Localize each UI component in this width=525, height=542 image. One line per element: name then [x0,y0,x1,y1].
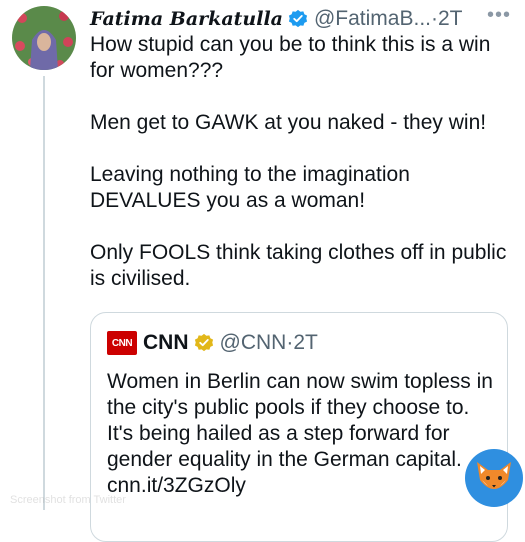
fox-logo-icon [464,448,524,508]
tweet-header: Fatima Barkatulla @FatimaB... · 2T [90,4,520,34]
verified-badge-icon [288,9,308,29]
cnn-logo-icon: CNN [107,331,137,355]
tweet-text: How stupid can you be to think this is a… [90,32,510,292]
tweet-paragraph: How stupid can you be to think this is a… [90,33,491,82]
more-dots-icon[interactable]: ••• [487,4,511,27]
watermark-text: Screenshot from Twitter [10,494,126,506]
tweet-paragraph: Leaving nothing to the imagination DEVAL… [90,163,410,212]
quoted-author-name[interactable]: CNN [143,331,189,355]
quoted-tweet-card[interactable]: CNN CNN @CNN · 2T Women in Berlin can no… [90,312,508,542]
tweet-time[interactable]: 2T [438,7,463,31]
tweet-paragraph: Only FOOLS think taking clothes off in p… [90,241,507,290]
author-name[interactable]: Fatima Barkatulla [90,8,283,30]
quoted-tweet-header: CNN CNN @CNN · 2T [107,331,318,355]
quoted-tweet-time[interactable]: 2T [293,331,318,355]
thread-line [43,76,45,510]
verified-gold-badge-icon [194,333,214,353]
tweet-paragraph: Men get to GAWK at you naked - they win! [90,111,487,134]
quoted-tweet-text: Women in Berlin can now swim topless in … [107,370,493,497]
separator-dot: · [286,331,294,354]
quoted-author-handle[interactable]: @CNN [220,331,287,355]
separator-dot: · [431,7,438,30]
avatar[interactable] [12,6,76,70]
author-handle[interactable]: @FatimaB... [314,7,431,31]
